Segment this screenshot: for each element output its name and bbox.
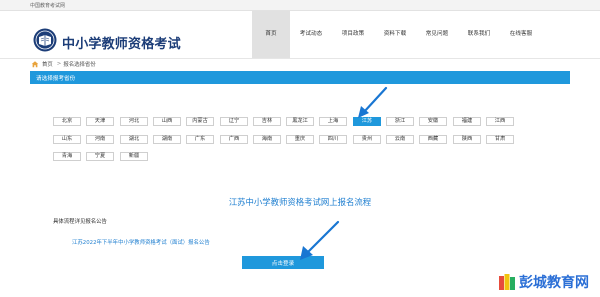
home-icon bbox=[31, 61, 39, 68]
province-button[interactable]: 重庆 bbox=[286, 135, 314, 144]
province-button[interactable]: 江西 bbox=[486, 117, 514, 126]
province-button[interactable]: 广东 bbox=[186, 135, 214, 144]
province-button[interactable]: 陕西 bbox=[453, 135, 481, 144]
site-title[interactable]: 中小学教师资格考试 bbox=[62, 33, 181, 52]
province-button[interactable]: 天津 bbox=[86, 117, 114, 126]
province-button[interactable]: 湖南 bbox=[153, 135, 181, 144]
nav-item[interactable]: 在线客服 bbox=[500, 11, 542, 58]
province-button[interactable]: 福建 bbox=[453, 117, 481, 126]
nav-item[interactable]: 项目政策 bbox=[332, 11, 374, 58]
nav-item[interactable]: 考试动态 bbox=[290, 11, 332, 58]
province-button[interactable]: 吉林 bbox=[253, 117, 281, 126]
nav-item[interactable]: 首页 bbox=[252, 11, 290, 58]
breadcrumb-home[interactable]: 首页 bbox=[42, 60, 53, 68]
site-logo-icon[interactable] bbox=[33, 28, 57, 52]
province-bar-title: 请选择报考省份 bbox=[36, 76, 76, 82]
breadcrumb-separator: > bbox=[56, 61, 62, 67]
province-button[interactable]: 西藏 bbox=[419, 135, 447, 144]
province-button[interactable]: 四川 bbox=[319, 135, 347, 144]
watermark-logo-icon bbox=[499, 274, 515, 290]
province-button[interactable]: 山东 bbox=[53, 135, 81, 144]
breadcrumb-current: 报名选择省份 bbox=[63, 62, 96, 68]
nav-item[interactable]: 资料下载 bbox=[374, 11, 416, 58]
main-nav: 首页 考试动态 项目政策 资料下载 常见问题 联系我们 在线客服 bbox=[252, 11, 542, 58]
watermark: 彭城教育网 bbox=[495, 268, 600, 297]
flow-title: 江苏中小学教师资格考试网上报名流程 bbox=[228, 197, 372, 207]
province-button[interactable]: 新疆 bbox=[120, 152, 148, 161]
province-button[interactable]: 山西 bbox=[153, 117, 181, 126]
province-button[interactable]: 广西 bbox=[220, 135, 248, 144]
notice-link[interactable]: 江苏2022年下半年中小学教师资格考试（面试）报名公告 bbox=[72, 238, 210, 246]
province-bar: 请选择报考省份 bbox=[30, 71, 570, 84]
province-button[interactable]: 海南 bbox=[253, 135, 281, 144]
province-button[interactable]: 安徽 bbox=[419, 117, 447, 126]
top-bar-text: 中国教育考试网 bbox=[30, 3, 66, 9]
province-button[interactable]: 辽宁 bbox=[220, 117, 248, 126]
province-button[interactable]: 内蒙古 bbox=[186, 117, 214, 126]
province-button[interactable]: 宁夏 bbox=[86, 152, 114, 161]
arrow-to-login-icon bbox=[300, 220, 340, 260]
province-button[interactable]: 上海 bbox=[319, 117, 347, 126]
province-button[interactable]: 贵州 bbox=[353, 135, 381, 144]
watermark-text: 彭城教育网 bbox=[519, 275, 589, 291]
notice-label: 具体流程详见报名公告 bbox=[53, 219, 107, 225]
province-button[interactable]: 河南 bbox=[86, 135, 114, 144]
top-bar: 中国教育考试网 bbox=[0, 0, 600, 11]
province-button[interactable]: 北京 bbox=[53, 117, 81, 126]
province-button[interactable]: 云南 bbox=[386, 135, 414, 144]
breadcrumb: 首页 > 报名选择省份 bbox=[31, 59, 98, 69]
province-button[interactable]: 河北 bbox=[120, 117, 148, 126]
province-button[interactable]: 甘肃 bbox=[486, 135, 514, 144]
nav-item[interactable]: 联系我们 bbox=[458, 11, 500, 58]
province-button[interactable]: 青海 bbox=[53, 152, 81, 161]
nav-item[interactable]: 常见问题 bbox=[416, 11, 458, 58]
province-button[interactable]: 黑龙江 bbox=[286, 117, 314, 126]
arrow-to-province-icon bbox=[358, 86, 388, 118]
province-button[interactable]: 湖北 bbox=[120, 135, 148, 144]
